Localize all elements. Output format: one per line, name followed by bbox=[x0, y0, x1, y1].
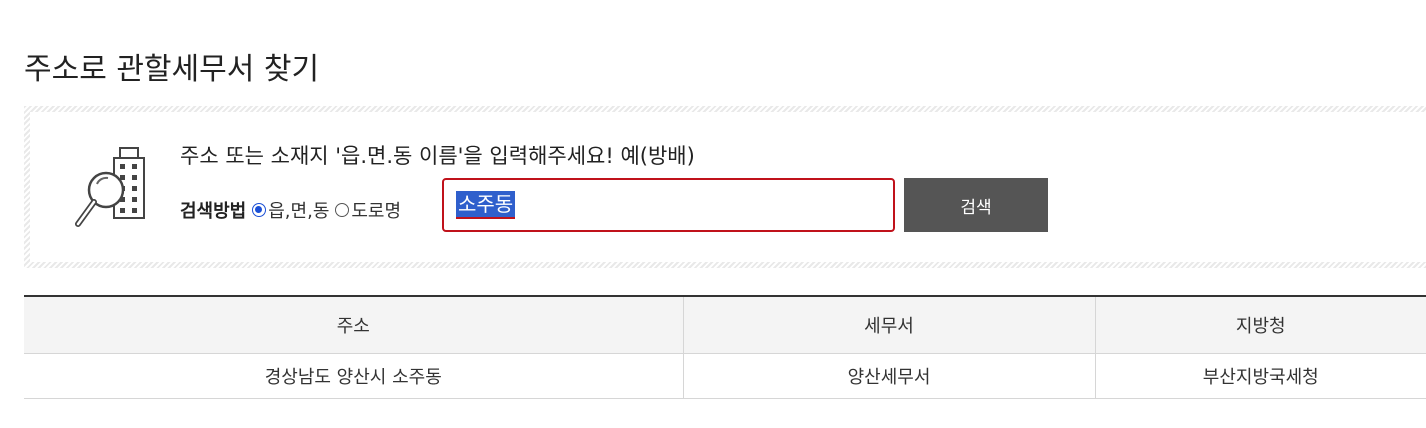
radio-checked-icon[interactable] bbox=[252, 203, 267, 217]
search-method-label: 검색방법 bbox=[180, 201, 247, 222]
radio-unchecked-icon[interactable] bbox=[335, 203, 350, 217]
cell-tax-office: 양산세무서 bbox=[682, 353, 1095, 399]
radio-eup-myeon-dong-label: 읍,면,동 bbox=[268, 201, 330, 222]
search-input-value: 소주동 bbox=[456, 191, 516, 219]
search-input[interactable]: 소주동 bbox=[442, 178, 895, 232]
search-instruction: 주소 또는 소재지 '읍.면.동 이름'을 입력해주세요! 예(방배) bbox=[180, 144, 695, 168]
column-header-address: 주소 bbox=[24, 296, 683, 354]
search-button[interactable]: 검색 bbox=[904, 178, 1048, 232]
result-table: 주소 세무서 지방청 경상남도 양산시 소주동 양산세무서 부산지방국세청 bbox=[24, 295, 1426, 399]
page-title: 주소로 관할세무서 찾기 bbox=[24, 52, 320, 87]
radio-eup-myeon-dong[interactable]: 읍,면,동 bbox=[252, 197, 329, 223]
table-header-row: 주소 세무서 지방청 bbox=[24, 296, 1426, 354]
column-header-regional-office: 지방청 bbox=[1094, 296, 1426, 354]
search-panel: 주소 또는 소재지 '읍.면.동 이름'을 입력해주세요! 예(방배) 검색방법… bbox=[24, 106, 1426, 268]
search-method-row: 검색방법 읍,면,동 도로명 bbox=[180, 184, 407, 236]
cell-regional-office: 부산지방국세청 bbox=[1094, 353, 1426, 399]
building-magnifier-icon bbox=[70, 144, 154, 236]
radio-road-name-label: 도로명 bbox=[351, 201, 402, 222]
cell-address: 경상남도 양산시 소주동 bbox=[24, 353, 683, 399]
search-panel-inner: 주소 또는 소재지 '읍.면.동 이름'을 입력해주세요! 예(방배) 검색방법… bbox=[30, 112, 1426, 262]
radio-road-name[interactable]: 도로명 bbox=[335, 197, 401, 223]
table-row: 경상남도 양산시 소주동 양산세무서 부산지방국세청 bbox=[24, 353, 1426, 399]
column-header-tax-office: 세무서 bbox=[682, 296, 1095, 354]
